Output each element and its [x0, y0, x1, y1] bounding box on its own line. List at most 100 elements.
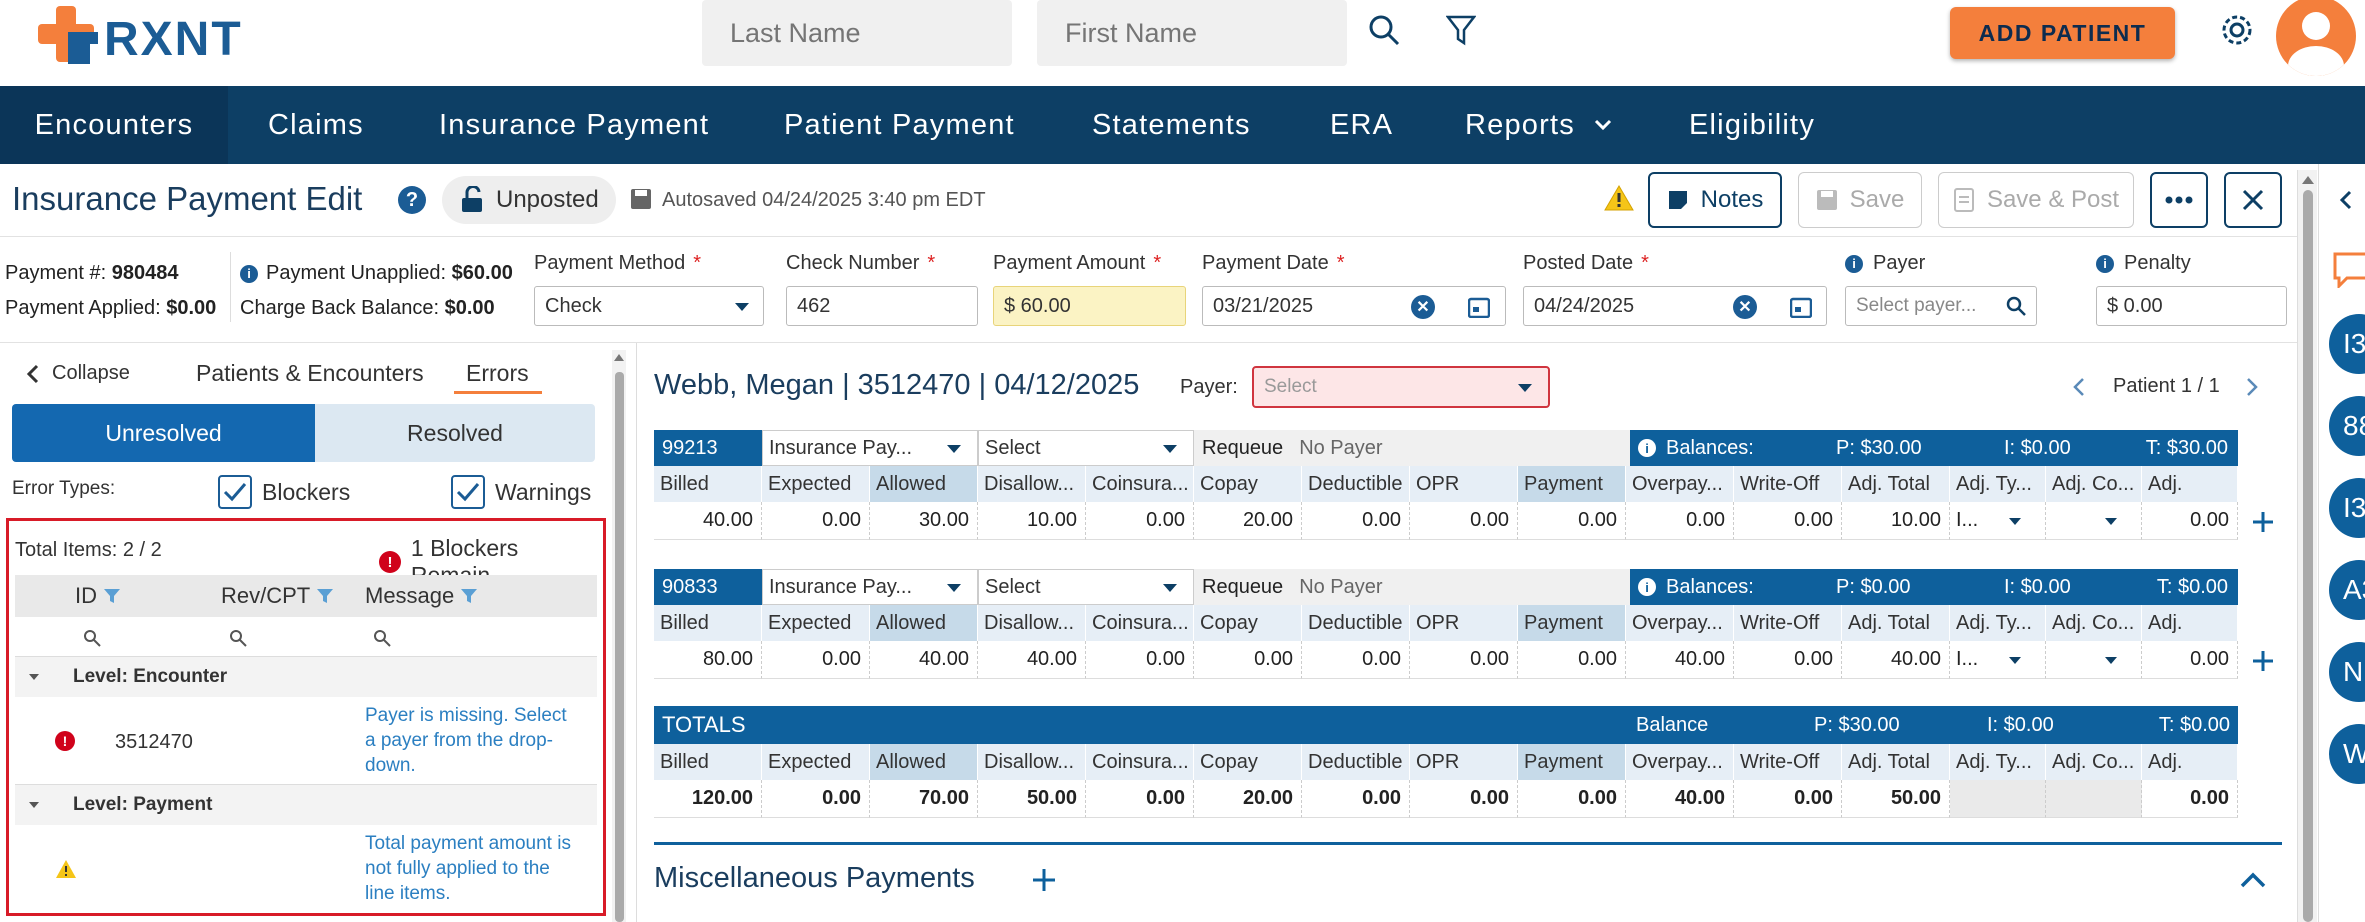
search-icon[interactable] — [83, 629, 101, 647]
notes-button[interactable]: Notes — [1648, 172, 1782, 228]
search-icon[interactable] — [229, 629, 247, 647]
table-cell[interactable] — [2046, 502, 2142, 540]
last-name-input[interactable] — [702, 0, 1012, 66]
insurance-select[interactable]: Insurance Pay... — [762, 430, 978, 466]
penalty-input[interactable]: $ 0.00 — [2096, 286, 2287, 326]
status-badge[interactable]: Unposted — [442, 176, 616, 224]
plus-icon[interactable] — [1032, 868, 1056, 892]
collapse-button[interactable]: Collapse — [26, 362, 130, 385]
filter-icon[interactable] — [103, 588, 121, 604]
save-button[interactable]: Save — [1798, 172, 1922, 228]
filter-icon[interactable] — [316, 588, 334, 604]
nav-era[interactable]: ERA — [1330, 86, 1393, 164]
table-cell[interactable]: 40.00 — [1626, 641, 1734, 679]
filter-icon[interactable] — [1446, 14, 1476, 46]
nav-statements[interactable]: Statements — [1092, 86, 1251, 164]
resolved-toggle[interactable]: Resolved — [315, 404, 595, 462]
table-row[interactable]: ! 3512470 Payer is missing. Select a paye… — [15, 697, 597, 785]
search-icon[interactable] — [1368, 14, 1400, 46]
posted-date-input[interactable]: 04/24/2025 ✕ — [1523, 286, 1827, 326]
table-cell[interactable]: 0.00 — [1086, 641, 1194, 679]
adjustment-select[interactable]: Select — [978, 569, 1194, 605]
chevron-left-icon[interactable] — [2339, 190, 2353, 210]
nav-patient-payment[interactable]: Patient Payment — [784, 86, 1015, 164]
user-avatar[interactable] — [2276, 0, 2356, 76]
table-cell[interactable]: 80.00 — [654, 641, 762, 679]
clear-icon[interactable]: ✕ — [1411, 295, 1435, 319]
table-cell[interactable]: 40.00 — [1842, 641, 1950, 679]
nav-claims[interactable]: Claims — [268, 86, 364, 164]
table-cell[interactable]: 0.00 — [1302, 641, 1410, 679]
right-scrollbar[interactable] — [2297, 170, 2317, 922]
chevron-right-icon[interactable] — [2245, 377, 2259, 397]
payment-amount-input[interactable]: $ 60.00 — [993, 286, 1186, 326]
table-cell[interactable]: 0.00 — [762, 502, 870, 540]
group-row-payment[interactable]: Level: Payment — [15, 785, 597, 825]
nav-insurance-payment[interactable]: Insurance Payment — [439, 86, 709, 164]
group-row-encounter[interactable]: Level: Encounter — [15, 657, 597, 697]
add-patient-button[interactable]: ADD PATIENT — [1950, 7, 2175, 59]
table-cell[interactable]: 0.00 — [1410, 641, 1518, 679]
column-rev-cpt[interactable]: Rev/CPT — [221, 583, 334, 609]
table-cell[interactable] — [2046, 641, 2142, 679]
requeue-cell[interactable]: Requeue No Payer — [1194, 430, 1630, 466]
table-cell[interactable]: 40.00 — [870, 641, 978, 679]
help-icon[interactable]: ? — [398, 186, 426, 214]
adjustment-select[interactable]: Select — [978, 430, 1194, 466]
table-cell[interactable]: I... — [1950, 641, 2046, 679]
table-cell[interactable]: 10.00 — [1842, 502, 1950, 540]
add-line-icon[interactable] — [2252, 650, 2274, 672]
gear-icon[interactable] — [2220, 13, 2254, 47]
chevron-up-icon[interactable] — [2240, 872, 2266, 888]
nav-encounters[interactable]: Encounters — [0, 86, 228, 164]
blockers-checkbox[interactable]: Blockers — [218, 475, 350, 509]
add-line-icon[interactable] — [2252, 511, 2274, 533]
payment-method-select[interactable]: Check — [534, 286, 764, 326]
scroll-up-icon[interactable] — [614, 354, 624, 361]
unresolved-toggle[interactable]: Unresolved — [12, 404, 315, 462]
chat-icon[interactable] — [2333, 252, 2365, 288]
left-scrollbar[interactable] — [612, 350, 626, 922]
table-row[interactable]: Total payment amount is not fully applied… — [15, 825, 597, 913]
clear-icon[interactable]: ✕ — [1733, 295, 1757, 319]
patient-payer-select[interactable]: Select — [1252, 366, 1550, 408]
requeue-cell[interactable]: Requeue No Payer — [1194, 569, 1630, 605]
scroll-up-icon[interactable] — [2302, 176, 2314, 184]
check-number-input[interactable]: 462 — [786, 286, 978, 326]
table-cell[interactable]: 0.00 — [1194, 641, 1302, 679]
table-cell[interactable]: 0.00 — [2142, 502, 2238, 540]
search-icon[interactable] — [2006, 296, 2026, 316]
table-cell[interactable]: 0.00 — [1518, 502, 1626, 540]
table-cell[interactable]: 20.00 — [1194, 502, 1302, 540]
warnings-checkbox[interactable]: Warnings — [451, 475, 591, 509]
filter-icon[interactable] — [460, 588, 478, 604]
tab-errors[interactable]: Errors — [466, 360, 529, 387]
nav-reports[interactable]: Reports — [1465, 86, 1613, 164]
table-cell[interactable]: 40.00 — [978, 641, 1086, 679]
table-cell[interactable]: 0.00 — [1626, 502, 1734, 540]
table-cell[interactable]: 0.00 — [2142, 641, 2238, 679]
table-cell[interactable]: 0.00 — [1734, 641, 1842, 679]
scroll-thumb[interactable] — [2303, 190, 2313, 922]
brand-logo[interactable]: RXNT — [38, 4, 268, 66]
table-cell[interactable]: 40.00 — [654, 502, 762, 540]
payer-search-input[interactable]: Select payer... — [1845, 286, 2037, 326]
payment-date-input[interactable]: 03/21/2025 ✕ — [1202, 286, 1506, 326]
more-button[interactable] — [2150, 172, 2208, 228]
table-cell[interactable]: 10.00 — [978, 502, 1086, 540]
table-cell[interactable]: 0.00 — [1086, 502, 1194, 540]
nav-eligibility[interactable]: Eligibility — [1689, 86, 1815, 164]
warning-icon[interactable] — [1604, 184, 1634, 212]
close-button[interactable] — [2224, 172, 2282, 228]
insurance-select[interactable]: Insurance Pay... — [762, 569, 978, 605]
column-id[interactable]: ID — [75, 583, 121, 609]
table-cell[interactable]: 0.00 — [762, 641, 870, 679]
scroll-thumb[interactable] — [615, 372, 624, 922]
calendar-icon[interactable] — [1790, 296, 1812, 318]
search-icon[interactable] — [373, 629, 391, 647]
calendar-icon[interactable] — [1468, 296, 1490, 318]
first-name-input[interactable] — [1037, 0, 1347, 66]
save-post-button[interactable]: Save & Post — [1938, 172, 2134, 228]
table-cell[interactable]: 0.00 — [1734, 502, 1842, 540]
chevron-left-icon[interactable] — [2072, 377, 2086, 397]
